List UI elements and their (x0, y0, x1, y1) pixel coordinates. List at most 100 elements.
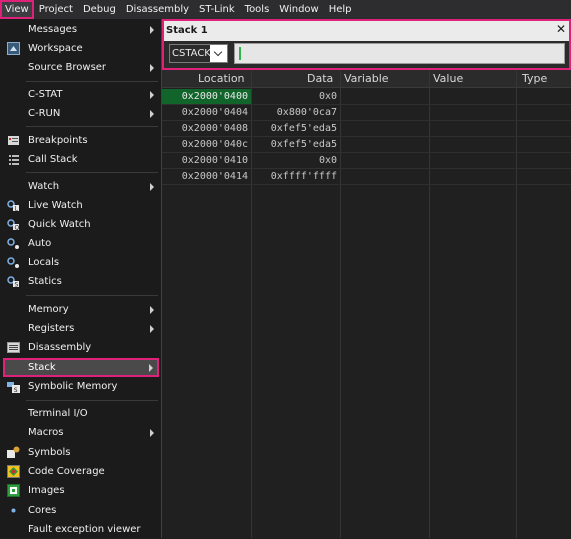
table-row-data[interactable]: 0xfef5'eda5 (252, 137, 340, 152)
menu-item-stack[interactable]: Stack (3, 358, 159, 377)
menu-separator (26, 172, 158, 173)
submenu-arrow-icon (150, 325, 154, 333)
breakpoints-icon (8, 136, 19, 145)
call-stack-icon (9, 155, 19, 165)
submenu-arrow-icon (150, 64, 154, 72)
table-row-location[interactable]: 0x2000'0410 (162, 153, 251, 168)
menu-debug[interactable]: Debug (78, 0, 121, 19)
submenu-arrow-icon (150, 91, 154, 99)
stack-select-dropdown[interactable]: CSTACK (169, 44, 228, 63)
table-row-data[interactable]: 0xffff'ffff (252, 169, 340, 184)
table-row-data[interactable]: 0xfef5'eda5 (252, 121, 340, 136)
menu-item-label: Symbols (28, 447, 71, 458)
symbols-icon (7, 446, 20, 458)
quick-watch-icon: Q (7, 219, 20, 231)
menu-item-watch[interactable]: Watch (0, 177, 160, 196)
locals-icon (7, 257, 19, 268)
menu-item-label: Breakpoints (28, 135, 88, 146)
statics-icon: S (7, 276, 19, 288)
column-divider (340, 70, 341, 538)
menu-item-source-browser[interactable]: Source Browser (0, 58, 160, 77)
menu-item-label: Statics (28, 276, 62, 287)
menu-item-label: Source Browser (28, 62, 107, 73)
menu-item-label: Stack (28, 362, 56, 373)
stack-toolbar: CSTACK (164, 41, 569, 68)
column-header-location[interactable]: Location (198, 70, 245, 88)
table-row-data[interactable]: 0x0 (252, 89, 340, 104)
menu-item-breakpoints[interactable]: Breakpoints (0, 131, 160, 150)
menu-item-label: Cores (28, 505, 57, 516)
menu-item-code-coverage[interactable]: Code Coverage (0, 462, 160, 481)
menu-item-images[interactable]: Images (0, 481, 160, 500)
stack-usage-gauge (234, 43, 565, 64)
menu-item-label: Messages (28, 24, 78, 35)
menu-item-workspace[interactable]: Workspace (0, 39, 160, 58)
column-header-data[interactable]: Data (307, 70, 333, 88)
code-coverage-icon (7, 465, 20, 478)
auto-icon (7, 238, 19, 249)
menu-item-label: Images (28, 485, 65, 496)
table-row-location[interactable]: 0x2000'0414 (162, 169, 251, 184)
symbolic-memory-icon: S (7, 382, 20, 393)
table-row-data[interactable]: 0x800'0ca7 (252, 105, 340, 120)
menu-disassembly[interactable]: Disassembly (121, 0, 194, 19)
menu-item-label: Watch (28, 181, 60, 192)
menu-item-label: Quick Watch (28, 219, 91, 230)
menu-help[interactable]: Help (324, 0, 357, 19)
table-row-location[interactable]: 0x2000'0404 (162, 105, 251, 120)
menu-project[interactable]: Project (34, 0, 78, 19)
menu-item-fault-exception-viewer[interactable]: Fault exception viewer (0, 520, 160, 539)
menu-st-link[interactable]: ST-Link (194, 0, 240, 19)
stack-pointer-marker (239, 47, 241, 60)
menu-item-cores[interactable]: Cores (0, 501, 160, 520)
menu-item-label: Registers (28, 323, 75, 334)
column-header-variable[interactable]: Variable (344, 70, 389, 88)
table-row-location[interactable]: 0x2000'0400 (162, 89, 251, 104)
menu-item-live-watch[interactable]: L Live Watch (0, 196, 160, 215)
column-header-value[interactable]: Value (433, 70, 463, 88)
submenu-arrow-icon (150, 26, 154, 34)
menu-item-disassembly[interactable]: Disassembly (0, 338, 160, 357)
submenu-arrow-icon (150, 110, 154, 118)
workspace-icon (7, 42, 20, 55)
menu-tools[interactable]: Tools (240, 0, 275, 19)
table-row-location[interactable]: 0x2000'0408 (162, 121, 251, 136)
menu-item-label: C-RUN (28, 108, 61, 119)
menu-item-auto[interactable]: Auto (0, 234, 160, 253)
menu-window[interactable]: Window (274, 0, 323, 19)
menu-item-label: Fault exception viewer (28, 524, 141, 535)
disassembly-icon (7, 342, 20, 353)
column-divider (429, 70, 430, 538)
menu-separator (26, 400, 158, 401)
menu-item-label: Disassembly (28, 342, 92, 353)
menu-item-quick-watch[interactable]: Q Quick Watch (0, 215, 160, 234)
menu-item-c-stat[interactable]: C-STAT (0, 85, 160, 104)
menu-item-c-run[interactable]: C-RUN (0, 104, 160, 123)
stack-window-title: Stack 1 (166, 25, 208, 36)
menu-item-symbolic-memory[interactable]: S Symbolic Memory (0, 377, 160, 396)
stack-grid: Location Data Variable Value Type 0x2000… (162, 70, 571, 538)
menu-item-call-stack[interactable]: Call Stack (0, 150, 160, 169)
table-row-location[interactable]: 0x2000'040c (162, 137, 251, 152)
menu-item-label: Symbolic Memory (28, 381, 118, 392)
menu-item-label: Memory (28, 304, 69, 315)
menu-item-terminal-io[interactable]: Terminal I/O (0, 404, 160, 423)
menu-item-label: Macros (28, 427, 64, 438)
menu-item-symbols[interactable]: Symbols (0, 443, 160, 462)
cores-icon (11, 508, 16, 513)
submenu-arrow-icon (150, 183, 154, 191)
menu-item-registers[interactable]: Registers (0, 319, 160, 338)
menu-separator (26, 126, 158, 127)
menu-view[interactable]: View (0, 0, 34, 19)
row-divider (162, 184, 571, 185)
table-row-data[interactable]: 0x0 (252, 153, 340, 168)
menu-separator (26, 81, 158, 82)
menu-item-messages[interactable]: Messages (0, 20, 160, 39)
menu-item-locals[interactable]: Locals (0, 253, 160, 272)
chevron-down-icon[interactable] (210, 45, 227, 62)
menu-item-memory[interactable]: Memory (0, 300, 160, 319)
close-icon[interactable]: ✕ (556, 22, 566, 36)
menu-item-statics[interactable]: S Statics (0, 272, 160, 291)
menu-item-macros[interactable]: Macros (0, 423, 160, 442)
column-header-type[interactable]: Type (522, 70, 547, 88)
